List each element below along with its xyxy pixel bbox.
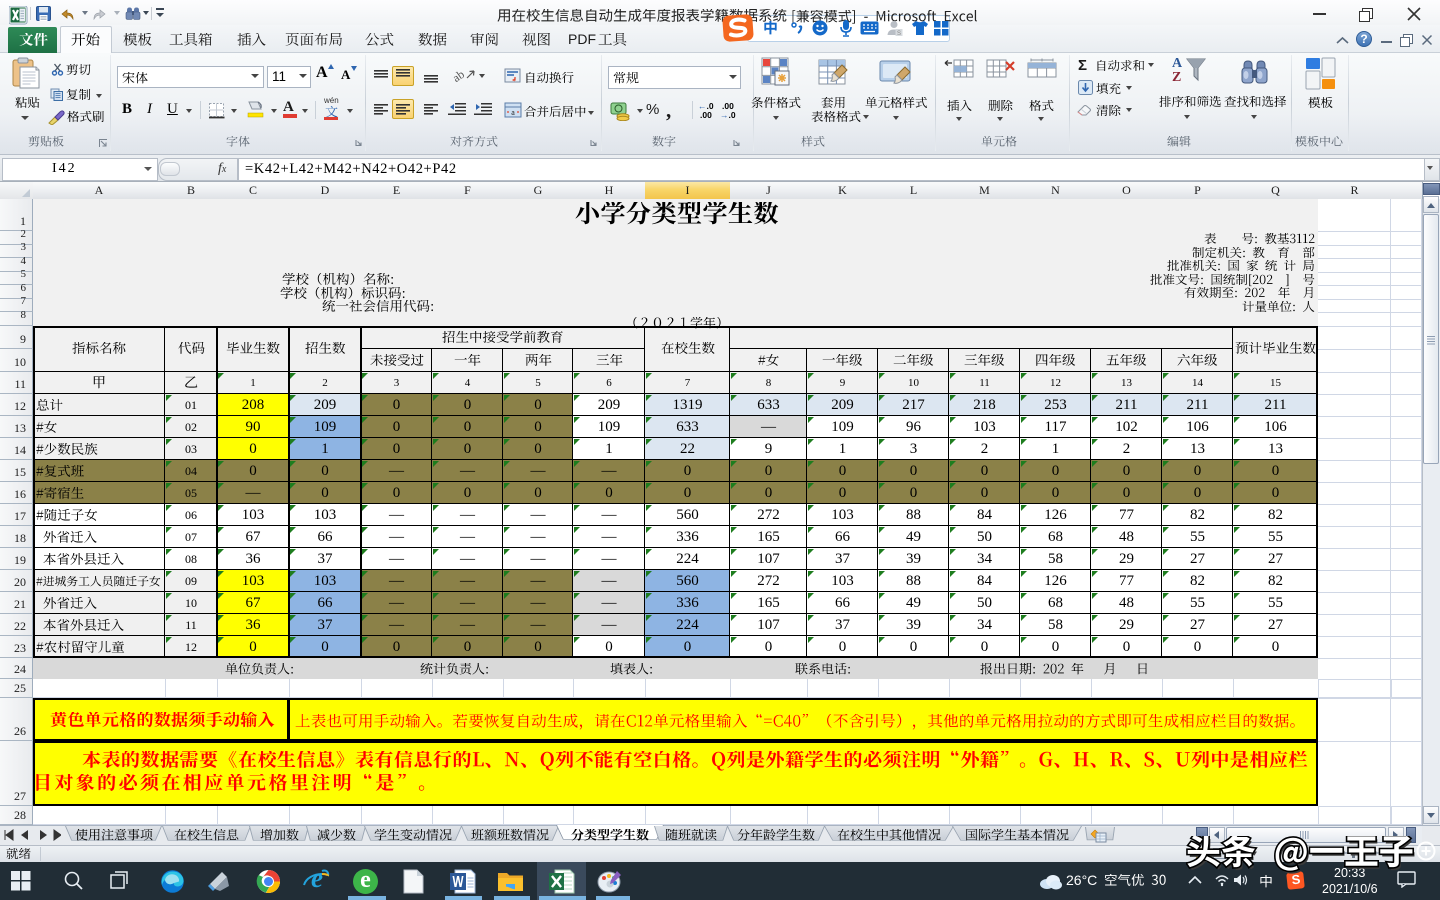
svg-text:ab: ab [453,67,467,85]
svg-text:a: a [511,108,515,117]
svg-text:S: S [897,31,901,36]
